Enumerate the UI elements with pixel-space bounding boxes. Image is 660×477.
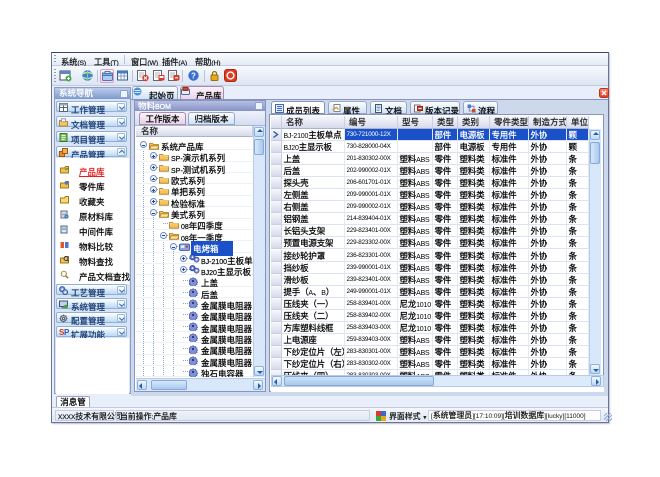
svg-text:?: ? <box>191 71 196 80</box>
svg-text:P: P <box>64 328 70 336</box>
